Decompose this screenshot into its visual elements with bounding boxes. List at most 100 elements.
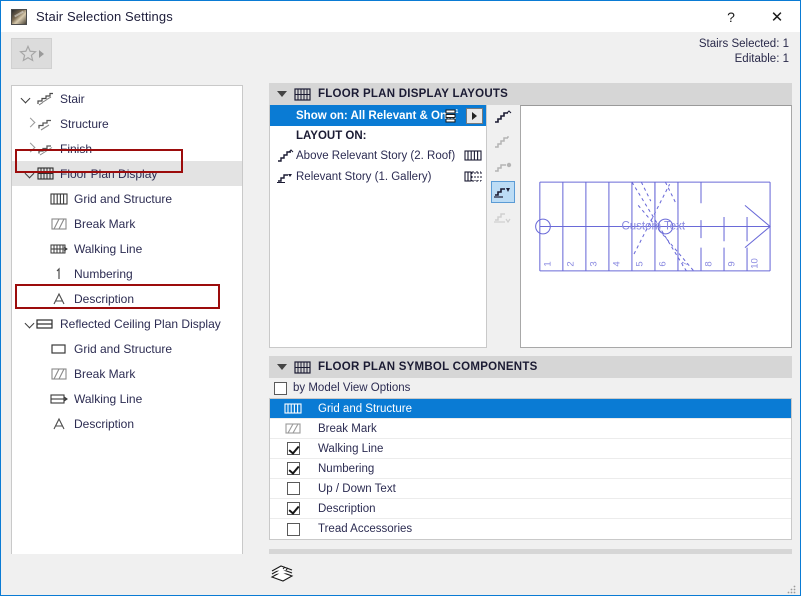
section-title: FLOOR PLAN DISPLAY LAYOUTS bbox=[318, 88, 509, 100]
component-label: Description bbox=[318, 502, 376, 515]
description-checkbox[interactable] bbox=[286, 502, 300, 515]
tree-item-rcp-break-mark[interactable]: Break Mark bbox=[12, 361, 242, 386]
component-row-tread-accessories[interactable]: Tread Accessories bbox=[270, 519, 791, 539]
tree-item-rcp-description[interactable]: Description bbox=[12, 411, 242, 436]
sub-header: Stairs Selected: 1 Editable: 1 bbox=[1, 32, 800, 79]
layout-row-label: Relevant Story (1. Gallery) bbox=[296, 170, 432, 183]
stair-lower-part-icon[interactable] bbox=[491, 181, 515, 203]
favorites-button[interactable] bbox=[11, 38, 52, 69]
stair-preview[interactable]: 1 2 3 4 5 6 7 8 9 10 Custom Text bbox=[520, 105, 792, 348]
component-row-description[interactable]: Description bbox=[270, 499, 791, 519]
show-on-dropdown-button[interactable] bbox=[466, 108, 483, 124]
tree-item-floor-plan-display[interactable]: Floor Plan Display bbox=[12, 161, 242, 186]
rcp-grid-icon bbox=[48, 343, 70, 355]
tree-item-label: Walking Line bbox=[74, 241, 143, 256]
component-label: Grid and Structure bbox=[318, 402, 412, 415]
grid-solid-icon[interactable] bbox=[460, 150, 486, 161]
tread-number: 5 bbox=[634, 261, 645, 266]
svg-text:1: 1 bbox=[456, 109, 459, 115]
close-button[interactable]: ✕ bbox=[754, 1, 800, 32]
component-row-up-down-text[interactable]: Up / Down Text bbox=[270, 479, 791, 499]
layout-row-above-relevant-story[interactable]: Above Relevant Story (2. Roof) bbox=[270, 145, 486, 166]
tree-item-rcp-grid-and-structure[interactable]: Grid and Structure bbox=[12, 336, 242, 361]
numbering-checkbox[interactable] bbox=[286, 462, 300, 475]
finish-icon bbox=[34, 142, 56, 156]
tread-number: 2 bbox=[565, 261, 576, 266]
walking-line-checkbox[interactable] bbox=[286, 442, 300, 455]
break-mark-icon bbox=[48, 217, 70, 230]
up-down-text-checkbox[interactable] bbox=[286, 482, 300, 495]
layout-list[interactable]: Show on: All Relevant & On... 1 LAYOUT O bbox=[269, 105, 487, 348]
layout-tool-strip[interactable] bbox=[490, 105, 516, 348]
description-icon bbox=[48, 292, 70, 306]
structure-icon bbox=[34, 117, 56, 131]
by-model-view-options-label: by Model View Options bbox=[293, 382, 411, 394]
triangle-down-icon[interactable] bbox=[277, 91, 287, 97]
component-row-grid-and-structure[interactable]: Grid and Structure bbox=[270, 399, 791, 419]
tree-item-reflected-ceiling-plan-display[interactable]: Reflected Ceiling Plan Display bbox=[12, 311, 242, 336]
expander-right-icon[interactable] bbox=[18, 144, 34, 153]
stair-upper-part-icon[interactable] bbox=[491, 106, 515, 128]
stairs-selected-text: Stairs Selected: 1 bbox=[698, 38, 789, 50]
tree-item-label: Grid and Structure bbox=[74, 191, 173, 206]
tree-item-break-mark[interactable]: Break Mark bbox=[12, 211, 242, 236]
tree-item-walking-line[interactable]: Walking Line bbox=[12, 236, 242, 261]
section-header-floor-plan-symbol-components[interactable]: FLOOR PLAN SYMBOL COMPONENTS bbox=[269, 356, 792, 378]
settings-tree-panel[interactable]: Stair Structure Finish Floor Plan Displa… bbox=[11, 85, 243, 572]
component-row-break-mark[interactable]: Break Mark bbox=[270, 419, 791, 439]
expander-down-icon[interactable] bbox=[18, 319, 34, 328]
tree-item-numbering[interactable]: Numbering bbox=[12, 261, 242, 286]
layout-on-label: LAYOUT ON: bbox=[296, 129, 367, 142]
tree-item-stair[interactable]: Stair bbox=[12, 86, 242, 111]
walking-line-icon bbox=[48, 243, 70, 255]
stair-app-icon bbox=[11, 8, 27, 25]
layers-icon bbox=[269, 565, 295, 583]
component-row-walking-line[interactable]: Walking Line bbox=[270, 439, 791, 459]
tree-item-rcp-walking-line[interactable]: Walking Line bbox=[12, 386, 242, 411]
floor-plan-display-icon bbox=[294, 87, 311, 101]
stair-selection-settings-dialog: Stair Selection Settings ? ✕ Stairs Sele… bbox=[0, 0, 801, 596]
components-body: by Model View Options Grid and Structure bbox=[269, 378, 792, 540]
right-pane: FLOOR PLAN DISPLAY LAYOUTS Show on: All … bbox=[269, 83, 792, 571]
stair-upper-dashed-icon[interactable] bbox=[491, 131, 515, 153]
component-row-numbering[interactable]: Numbering bbox=[270, 459, 791, 479]
show-on-row[interactable]: Show on: All Relevant & On... 1 bbox=[270, 105, 486, 126]
tree-item-label: Break Mark bbox=[74, 366, 136, 381]
break-mark-icon[interactable] bbox=[270, 423, 316, 434]
stair-below-icon[interactable] bbox=[491, 206, 515, 228]
section-title: FLOOR PLAN SYMBOL COMPONENTS bbox=[318, 361, 538, 373]
section-header-floor-plan-display-layouts[interactable]: FLOOR PLAN DISPLAY LAYOUTS bbox=[269, 83, 792, 105]
break-mark-icon bbox=[48, 367, 70, 380]
component-label: Up / Down Text bbox=[318, 482, 396, 495]
resize-grip-icon[interactable] bbox=[787, 583, 796, 594]
expander-right-icon[interactable] bbox=[18, 119, 34, 128]
tree-item-grid-and-structure[interactable]: Grid and Structure bbox=[12, 186, 242, 211]
components-list[interactable]: Grid and Structure Break Mark Walking Li… bbox=[269, 398, 792, 540]
tread-accessories-checkbox[interactable] bbox=[286, 522, 300, 536]
window-title: Stair Selection Settings bbox=[36, 9, 173, 24]
stair-relevant-icon bbox=[274, 170, 296, 184]
layout-row-relevant-story[interactable]: Relevant Story (1. Gallery) bbox=[270, 166, 486, 187]
stair-middle-icon[interactable] bbox=[491, 156, 515, 178]
expander-down-icon[interactable] bbox=[18, 169, 34, 178]
tread-number: 7 bbox=[680, 261, 691, 266]
grid-solid-icon[interactable] bbox=[270, 403, 316, 414]
expander-down-icon[interactable] bbox=[18, 94, 34, 103]
editable-text: Editable: 1 bbox=[734, 53, 789, 65]
by-model-view-options-checkbox[interactable] bbox=[274, 381, 287, 395]
tree-item-description[interactable]: Description bbox=[12, 286, 242, 311]
layouts-body: Show on: All Relevant & On... 1 LAYOUT O bbox=[269, 105, 792, 348]
help-button[interactable]: ? bbox=[708, 1, 754, 32]
triangle-right-icon bbox=[39, 49, 44, 58]
triangle-down-icon[interactable] bbox=[277, 364, 287, 370]
tree-item-structure[interactable]: Structure bbox=[12, 111, 242, 136]
tree-item-label: Description bbox=[74, 291, 135, 306]
grid-dashed-icon[interactable] bbox=[460, 171, 486, 182]
tree-item-label: Numbering bbox=[74, 266, 133, 281]
by-model-view-options-row[interactable]: by Model View Options bbox=[269, 378, 792, 398]
tread-number: 4 bbox=[611, 261, 622, 266]
window-controls: ? ✕ bbox=[708, 1, 800, 32]
tread-number: 9 bbox=[727, 261, 738, 266]
tree-item-finish[interactable]: Finish bbox=[12, 136, 242, 161]
show-on-label: Show on: All Relevant & On... bbox=[296, 109, 457, 122]
